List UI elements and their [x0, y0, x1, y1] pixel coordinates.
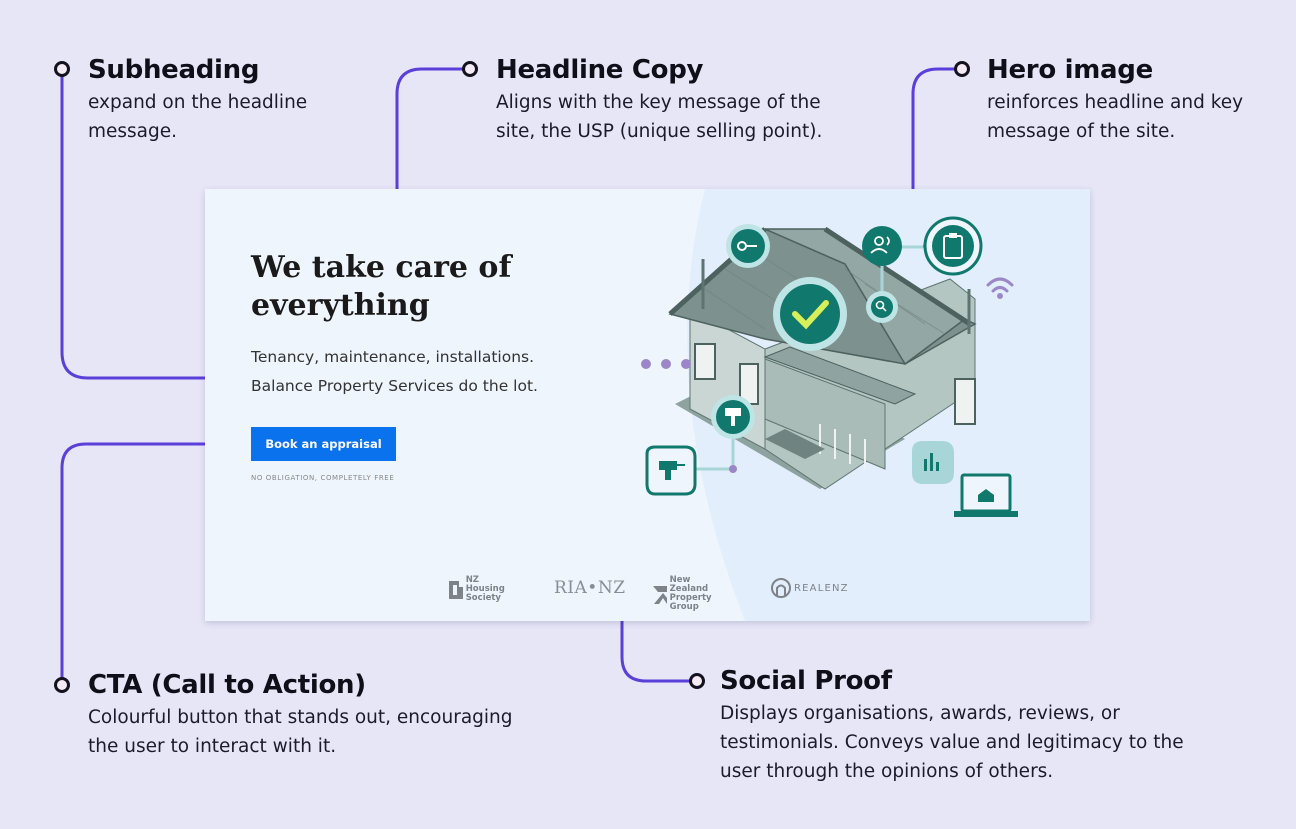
wifi-icon — [986, 277, 1014, 299]
annotation-title: Subheading — [88, 55, 260, 85]
logo-text: New Zealand — [669, 575, 709, 594]
check-icon — [773, 277, 847, 351]
desc-line: the user to interact with it. — [88, 736, 337, 757]
subheading-node — [54, 61, 70, 77]
logo-text: REALENZ — [794, 582, 849, 594]
desc-line: user through the opinions of others. — [720, 761, 1054, 782]
headline-line: We take care of — [251, 250, 512, 285]
users-icon — [862, 226, 902, 266]
annotation-title: Hero image — [987, 55, 1153, 85]
cta-annotation: CTA (Call to Action) Colourful button th… — [88, 670, 513, 761]
hero-headline: We take care of everything — [251, 249, 611, 325]
logo-text: NZ Housing — [465, 575, 505, 594]
headline-line: everything — [251, 288, 430, 323]
desc-line: testimonials. Conveys value and legitima… — [720, 732, 1184, 753]
book-appraisal-button[interactable]: Book an appraisal — [251, 427, 396, 461]
headline-annotation: Headline Copy Aligns with the key messag… — [496, 55, 822, 146]
clipboard-icon — [923, 216, 983, 276]
annotation-title: Headline Copy — [496, 55, 704, 85]
nz-housing-mark-icon — [449, 580, 463, 599]
subheading-line: Balance Property Services do the lot. — [251, 377, 538, 395]
desc-line: Aligns with the key message of the — [496, 92, 821, 113]
search-icon — [866, 291, 898, 323]
hero-illustration — [641, 216, 1018, 517]
nz-housing-society-logo: NZ Housing Society — [447, 576, 509, 603]
desc-line: Displays organisations, awards, reviews,… — [720, 703, 1120, 724]
subheading-line: Tenancy, maintenance, installations. — [251, 348, 535, 366]
paint-roller-icon — [711, 395, 755, 439]
hero-annotation: Hero image reinforces headline and key m… — [987, 55, 1243, 146]
annotation-description: Colourful button that stands out, encour… — [88, 703, 513, 761]
annotation-description: reinforces headline and key message of t… — [987, 88, 1243, 146]
social-node — [689, 673, 705, 689]
realenz-mark-icon — [771, 578, 791, 598]
social-proof-annotation: Social Proof Displays organisations, awa… — [720, 666, 1184, 786]
desc-line: message of the site. — [987, 121, 1176, 142]
headline-node — [462, 61, 478, 77]
annotation-description: expand on the headline message. — [88, 88, 307, 146]
realenz-logo: REALENZ — [770, 577, 849, 599]
hero-subheading: Tenancy, maintenance, installations. Bal… — [251, 343, 651, 401]
annotation-title: Social Proof — [720, 666, 892, 696]
desc-line: message. — [88, 121, 178, 142]
hero-node — [954, 61, 970, 77]
logo-text: Property Group — [669, 593, 712, 612]
ria-nz-logo: RIA•NZ — [554, 578, 626, 598]
logo-text: Society — [465, 593, 501, 603]
annotation-description: Displays organisations, awards, reviews,… — [720, 699, 1184, 786]
bar-chart-icon — [912, 441, 954, 484]
key-icon — [726, 224, 770, 268]
desc-line: site, the USP (unique selling point). — [496, 121, 823, 142]
nz-property-group-logo: New Zealand Property Group — [652, 576, 719, 612]
cta-note: NO OBLIGATION, COMPLETELY FREE — [251, 474, 395, 482]
laptop-icon — [954, 473, 1018, 517]
drill-icon — [645, 445, 697, 496]
desc-line: Colourful button that stands out, encour… — [88, 707, 513, 728]
annotation-title: CTA (Call to Action) — [88, 670, 366, 700]
website-mockup: We take care of everything Tenancy, main… — [205, 189, 1090, 621]
cta-node — [54, 677, 70, 693]
annotation-description: Aligns with the key message of the site,… — [496, 88, 822, 146]
desc-line: reinforces headline and key — [987, 92, 1244, 113]
desc-line: expand on the headline — [88, 92, 308, 113]
subheading-annotation: Subheading expand on the headline messag… — [88, 55, 307, 146]
nzpg-mark-icon — [653, 586, 667, 604]
